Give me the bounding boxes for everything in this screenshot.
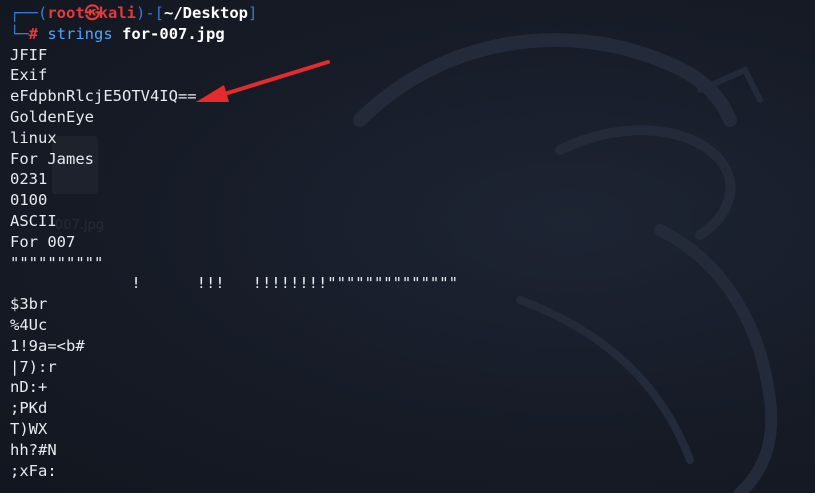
terminal-output: ┌──(root ㉿ kali) -[~/Desktop] └─# strings f… <box>10 3 815 481</box>
command-name: strings <box>47 24 113 43</box>
output-line: linux <box>10 128 57 147</box>
prompt-corner-top: ┌── <box>10 4 38 22</box>
output-line: For 007 <box>10 232 76 251</box>
prompt-host: kali <box>98 4 136 22</box>
output-line: nD:+ <box>10 378 48 397</box>
prompt-close-bracket: ) <box>136 4 146 22</box>
output-line: 0231 <box>10 170 48 189</box>
command-line[interactable]: └─# strings for-007.jpg <box>10 24 815 45</box>
output-line: GoldenEye <box>10 107 94 126</box>
output-line-encoded-string: eFdpbnRlcjE5OTV4IQ== <box>10 87 197 106</box>
output-line: T)WX <box>10 419 48 438</box>
output-line: |7):r <box>10 357 57 376</box>
prompt-cwd: ~/Desktop <box>164 4 249 22</box>
output-line: For James <box>10 149 94 168</box>
terminal-window[interactable]: 007.jpg ┌──(root ㉿ kali) -[~/Desktop] └─# s… <box>0 0 815 493</box>
output-line: $3br <box>10 295 48 314</box>
output-line: %4Uc <box>10 315 48 334</box>
output-line: ;xFa: <box>10 461 57 480</box>
red-arrow-annotation-icon <box>196 60 330 102</box>
output-line: """""""""" <box>10 253 104 272</box>
prompt-hash: # <box>28 24 39 43</box>
output-line: ASCII <box>10 211 57 230</box>
kali-at-icon: ㉿ <box>84 4 101 22</box>
prompt-user: root <box>47 4 85 22</box>
prompt-line: ┌──(root ㉿ kali) -[~/Desktop] <box>10 3 815 24</box>
prompt-separator: -[ <box>145 4 165 22</box>
output-line: Exif <box>10 66 48 85</box>
prompt-cwd-close: ] <box>248 4 258 22</box>
output-line: 1!9a=<b# <box>10 336 85 355</box>
prompt-corner-bottom: └─ <box>10 24 29 43</box>
output-line: ! !!! !!!!!!!!"""""""""""""" <box>10 274 458 293</box>
command-argument: for-007.jpg <box>122 24 225 43</box>
output-line: JFIF <box>10 45 48 64</box>
prompt-open-bracket: ( <box>38 4 48 22</box>
output-line: hh?#N <box>10 440 57 459</box>
output-line: 0100 <box>10 191 48 210</box>
output-line: ;PKd <box>10 399 48 418</box>
